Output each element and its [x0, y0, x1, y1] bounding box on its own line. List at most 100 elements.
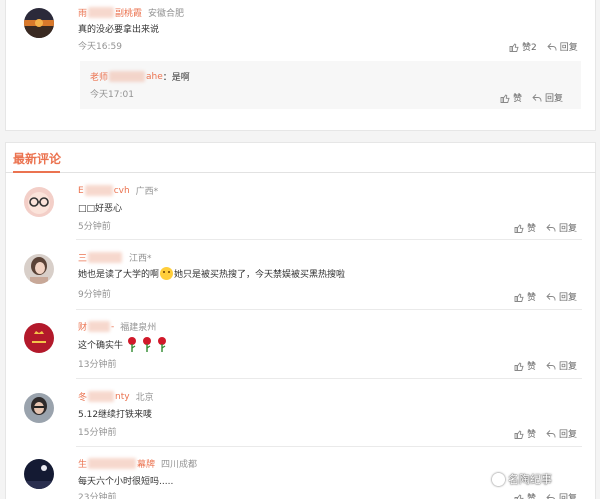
comment-actions: 赞 回复 — [514, 491, 577, 499]
reply-label: 回复 — [559, 494, 578, 499]
comment-time: 9分钟前 — [78, 290, 111, 300]
comment-actions: 赞2 回复 — [509, 40, 578, 53]
reply-arrow-icon — [546, 292, 556, 300]
avatar[interactable] — [24, 187, 54, 217]
like-count: 赞2 — [522, 43, 537, 53]
comment-divider — [76, 378, 582, 379]
like-label: 赞 — [527, 293, 537, 303]
comment-actions: 赞 回复 — [514, 221, 577, 234]
watermark-logo-icon — [492, 472, 505, 486]
comment-author-row: 财 - 福建泉州 — [78, 320, 156, 333]
comment-text-part: 她也是读了大学的啊 — [78, 270, 160, 280]
comment-author-row: 生 幕牌 四川成都 — [78, 457, 197, 470]
comment-text-part: 这个确实牛 — [78, 340, 124, 351]
comment-time: 13分钟前 — [78, 360, 117, 370]
comment-time: 23分钟前 — [78, 493, 117, 499]
reply-arrow-icon — [546, 223, 556, 231]
username[interactable]: 冬 — [78, 390, 87, 403]
comment-author-row: 三 江西* — [78, 251, 152, 264]
username-suffix[interactable]: 幕牌 — [137, 457, 155, 470]
reply-username[interactable]: 老师 — [90, 70, 108, 83]
thumbs-up-icon — [514, 361, 524, 371]
reply-button[interactable]: 回复 — [546, 359, 577, 372]
username-suffix[interactable]: nty — [115, 392, 130, 402]
section-divider — [5, 172, 596, 173]
comment-actions: 赞 回复 — [514, 359, 577, 372]
reply-label: 回复 — [559, 224, 578, 234]
like-label: 赞 — [527, 224, 537, 234]
comment-author-row: 雨 副桃霞 安徽合肥 — [78, 6, 184, 19]
red-badge-avatar-image — [24, 323, 54, 353]
redacted-name — [88, 252, 123, 263]
reply-arrow-icon — [546, 493, 556, 499]
username-suffix[interactable]: 副桃霞 — [115, 6, 142, 19]
like-button[interactable]: 赞 — [514, 427, 536, 440]
comment-actions: 赞 回复 — [514, 427, 577, 440]
comment-text: □□好恶心 — [78, 204, 123, 214]
reply-button[interactable]: 回复 — [532, 91, 563, 104]
like-label: 赞 — [527, 494, 537, 499]
like-button[interactable]: 赞2 — [509, 40, 537, 53]
comment-time: 15分钟前 — [78, 428, 117, 438]
sunset-avatar-image — [24, 8, 54, 38]
thumbs-up-icon — [514, 223, 524, 233]
thumbs-up-icon — [509, 42, 519, 52]
reply-button[interactable]: 回复 — [546, 221, 577, 234]
avatar[interactable] — [24, 323, 54, 353]
like-button[interactable]: 赞 — [514, 221, 536, 234]
avatar[interactable] — [24, 459, 54, 489]
comment-text: 5.12继续打铁来唛 — [78, 410, 153, 420]
reply-button[interactable]: 回复 — [546, 427, 577, 440]
username[interactable]: 三 — [78, 251, 87, 264]
reply-arrow-icon — [546, 361, 556, 369]
avatar[interactable] — [24, 254, 54, 284]
reply-button[interactable]: 回复 — [546, 491, 577, 499]
comment-divider — [76, 309, 582, 310]
like-label: 赞 — [527, 430, 537, 440]
user-location: 北京 — [135, 393, 154, 403]
like-button[interactable]: 赞 — [500, 91, 522, 104]
reply-author-row: 老师 ahe ：是啊 — [90, 70, 190, 83]
comment-text: 她也是读了大学的啊 她只是被买热搜了，今天禁娱被买黑热搜啦 — [78, 267, 345, 280]
thumbs-up-icon — [514, 429, 524, 439]
username[interactable]: 财 — [78, 320, 87, 333]
section-title[interactable]: 最新评论 — [13, 150, 61, 167]
redacted-name — [88, 458, 137, 469]
like-button[interactable]: 赞 — [514, 491, 536, 499]
reply-label: 回复 — [559, 430, 578, 440]
avatar[interactable] — [24, 8, 54, 38]
portrait-avatar-image — [24, 254, 54, 284]
reply-time: 今天17:01 — [90, 90, 134, 100]
reply-label: 回复 — [545, 94, 564, 104]
username[interactable]: 生 — [78, 457, 87, 470]
comment-time: 5分钟前 — [78, 222, 111, 232]
watermark: 名陶纪事 — [492, 471, 552, 487]
watermark-text: 名陶纪事 — [508, 473, 552, 486]
redacted-name — [109, 71, 146, 82]
username-suffix[interactable]: - — [111, 322, 114, 332]
like-label: 赞 — [513, 94, 523, 104]
comment-author-row: E cvh 广西* — [78, 184, 158, 197]
user-location: 安徽合肥 — [148, 9, 185, 19]
reply-button[interactable]: 回复 — [547, 40, 578, 53]
reply-actions: 赞 回复 — [500, 91, 563, 104]
like-button[interactable]: 赞 — [514, 359, 536, 372]
username[interactable]: 雨 — [78, 6, 87, 19]
reply-button[interactable]: 回复 — [546, 290, 577, 303]
avatar[interactable] — [24, 393, 54, 423]
reply-username-suffix[interactable]: ahe — [146, 72, 163, 82]
redacted-name — [84, 185, 113, 196]
like-button[interactable]: 赞 — [514, 290, 536, 303]
redacted-name — [88, 7, 115, 18]
redacted-name — [88, 321, 111, 332]
reply-label: 回复 — [559, 43, 578, 53]
comment-time: 今天16:59 — [78, 42, 122, 52]
comment-text: 每天六个小时很短吗..... — [78, 477, 174, 487]
crying-emoji-icon — [160, 267, 174, 280]
username[interactable]: E — [78, 186, 84, 196]
like-label: 赞 — [527, 362, 537, 372]
section-tab-underline — [13, 171, 60, 173]
reply-label: 回复 — [559, 293, 578, 303]
username-suffix[interactable]: cvh — [114, 186, 130, 196]
reply-text: ：是啊 — [162, 73, 190, 83]
